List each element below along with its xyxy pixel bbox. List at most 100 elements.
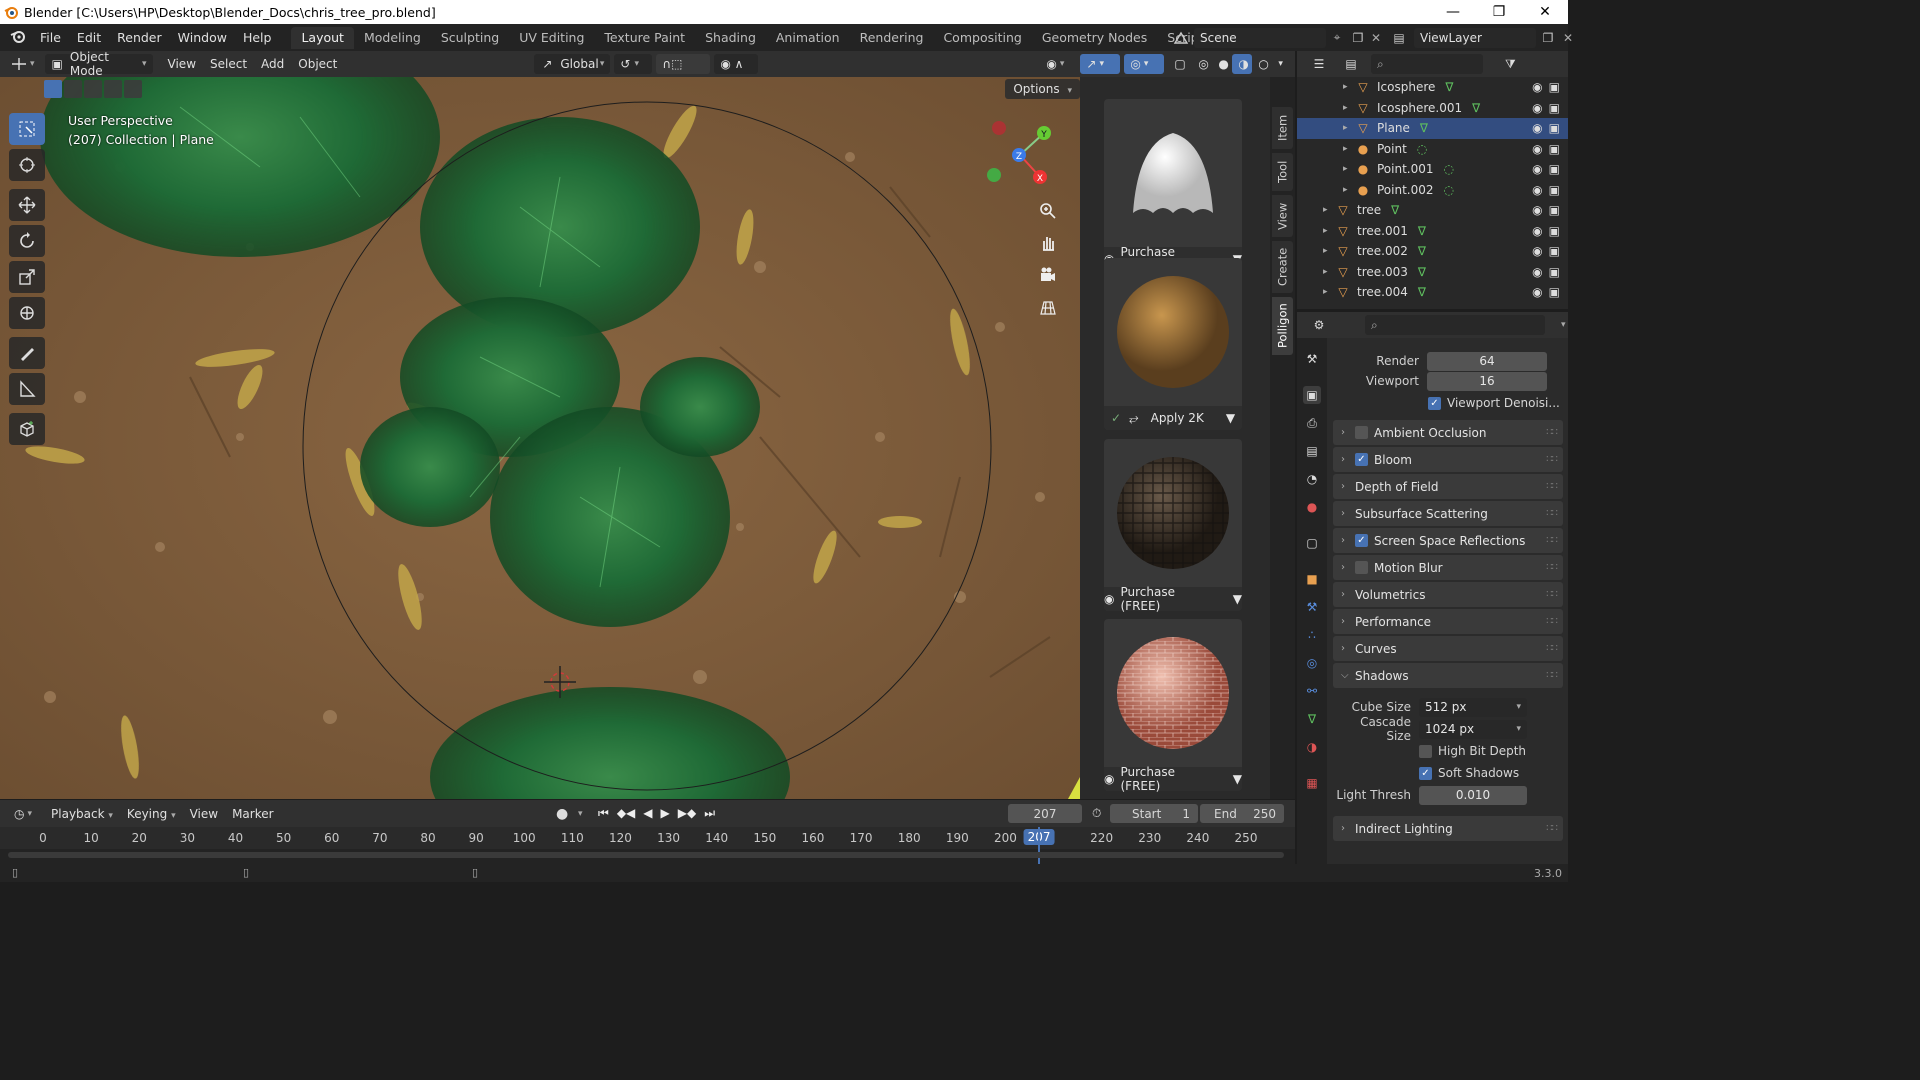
dropdown-arrow-icon[interactable]: ▼ [1226,411,1235,425]
select-subtract-icon[interactable] [84,80,102,98]
3d-viewport[interactable]: Options ▾ User Perspective (207) Collect… [0,77,1080,799]
timeline-menu-marker[interactable]: Marker [225,807,280,821]
select-invert-icon[interactable] [104,80,122,98]
outliner-row[interactable]: ▸ ▽ tree.003 ∇ ◉ ▣ [1297,262,1568,283]
transform-tool-icon[interactable] [9,297,45,329]
mesh-data-icon[interactable]: ∇ [1418,224,1426,238]
ortho-grid-icon[interactable] [1036,295,1060,319]
outliner-row[interactable]: ▸ ▽ tree.002 ∇ ◉ ▣ [1297,241,1568,262]
material-properties-icon[interactable]: ◑ [1303,738,1321,756]
data-properties-icon[interactable]: ∇ [1303,710,1321,728]
visibility-icon[interactable]: ◉ ▾ [1040,54,1076,74]
select-box-tool-icon[interactable] [9,113,45,145]
jump-keyframe-forward-icon[interactable]: ▶◆ [678,806,696,821]
rotate-tool-icon[interactable] [9,225,45,257]
display-mode-icon[interactable]: ▤ [1335,57,1367,71]
menu-window[interactable]: Window [170,30,235,45]
expand-arrow-icon[interactable]: ▸ [1343,123,1355,133]
timeline-scrollbar[interactable] [8,852,1284,858]
camera-view-icon[interactable] [1036,263,1060,287]
playhead[interactable] [1038,827,1041,864]
asset-action-cobble[interactable]: ◉ Purchase (FREE) ▼ [1104,585,1242,613]
expand-arrow-icon[interactable]: ▸ [1343,82,1355,92]
maximize-button[interactable]: ❐ [1476,0,1522,24]
drag-grip-icon[interactable]: ∷∷ [1546,823,1558,834]
expand-arrow-icon[interactable]: ▸ [1343,185,1355,195]
panel-enable-checkbox[interactable] [1355,561,1368,574]
scale-tool-icon[interactable] [9,261,45,293]
add-cube-tool-icon[interactable] [9,413,45,445]
mesh-data-icon[interactable]: ∇ [1420,121,1428,135]
pivot-point-icon[interactable]: ↺ ▾ [614,54,653,74]
panel-bloom[interactable]: › ✓ Bloom ∷∷ [1333,447,1563,472]
blender-menu-icon[interactable] [0,29,32,46]
zoom-icon[interactable] [1036,199,1060,223]
outliner-editor-icon[interactable]: ☰ [1303,57,1335,71]
expand-arrow-icon[interactable]: ▸ [1323,267,1335,277]
outliner-row[interactable]: ▸ ▽ Icosphere.001 ∇ ◉ ▣ [1297,98,1568,119]
menu-render[interactable]: Render [109,30,170,45]
asset-thumbnail-cloth[interactable] [1104,99,1242,247]
visibility-eye-icon[interactable]: ◉ [1532,203,1542,217]
render-camera-icon[interactable]: ▣ [1549,80,1560,94]
tab-geometry-nodes[interactable]: Geometry Nodes [1032,27,1157,49]
material-shading-icon[interactable]: ◑ [1232,54,1253,74]
light-threshold-field[interactable]: 0.010 [1419,785,1527,805]
expand-arrow-icon[interactable]: ▸ [1343,144,1355,154]
select-extend-icon[interactable] [64,80,82,98]
scene-name-field[interactable]: Scene [1194,27,1326,48]
physics-properties-icon[interactable]: ◎ [1303,654,1321,672]
play-icon[interactable]: ▶ [661,806,670,821]
menu-help[interactable]: Help [235,30,280,45]
record-keyframe-icon[interactable]: ● [556,806,568,822]
timeline-editor-type-icon[interactable]: ◷ ▾ [8,804,38,824]
drag-grip-icon[interactable]: ∷∷ [1546,535,1558,546]
play-reverse-icon[interactable]: ◀ [643,806,652,821]
visibility-eye-icon[interactable]: ◉ [1532,162,1542,176]
visibility-eye-icon[interactable]: ◉ [1532,244,1542,258]
outliner-row[interactable]: ▸ ● Point ◌ ◉ ▣ [1297,139,1568,160]
menu-file[interactable]: File [32,30,69,45]
drag-grip-icon[interactable]: ∷∷ [1546,508,1558,519]
world-properties-icon[interactable]: ● [1303,498,1321,516]
render-camera-icon[interactable]: ▣ [1549,203,1560,217]
asset-card-cloth[interactable]: ◉ Purchase (FREE) ▼ [1104,99,1242,273]
panel-motion-blur[interactable]: › Motion Blur ∷∷ [1333,555,1563,580]
render-camera-icon[interactable]: ▣ [1549,183,1560,197]
tool-properties-icon[interactable]: ⚒ [1303,350,1321,368]
visibility-eye-icon[interactable]: ◉ [1532,121,1542,135]
jump-start-icon[interactable]: ⏮ [598,806,609,821]
asset-card-dirt[interactable]: ✓ ⥂ Apply 2K ▼ [1104,258,1242,430]
panel-performance[interactable]: › Performance ∷∷ [1333,609,1563,634]
panel-enable-checkbox[interactable] [1355,426,1368,439]
light-data-icon[interactable]: ◌ [1444,162,1454,176]
tab-create[interactable]: Create [1272,241,1293,293]
asset-thumbnail-brick[interactable] [1104,619,1242,767]
visibility-eye-icon[interactable]: ◉ [1532,265,1542,279]
properties-options-icon[interactable]: ▾ [1561,320,1566,330]
tab-tool[interactable]: Tool [1272,153,1293,191]
soft-shadows-row[interactable]: ✓ Soft Shadows [1333,762,1563,784]
mesh-data-icon[interactable]: ∇ [1418,265,1426,279]
soft-shadows-checkbox[interactable]: ✓ [1419,766,1432,780]
visibility-eye-icon[interactable]: ◉ [1532,80,1542,94]
render-camera-icon[interactable]: ▣ [1549,101,1560,115]
scene-properties-icon[interactable]: ◔ [1303,470,1321,488]
viewport-menu-select[interactable]: Select [203,57,254,71]
outliner-row[interactable]: ▸ ▽ tree.001 ∇ ◉ ▣ [1297,221,1568,242]
render-properties-icon[interactable]: ▣ [1303,386,1321,404]
visibility-eye-icon[interactable]: ◉ [1532,285,1542,299]
expand-arrow-icon[interactable]: ▸ [1323,226,1335,236]
view-layer-properties-icon[interactable]: ▤ [1303,442,1321,460]
tab-uv-editing[interactable]: UV Editing [509,27,594,49]
cube-size-dropdown[interactable]: 512 px ▾ [1419,697,1527,717]
light-data-icon[interactable]: ◌ [1417,142,1427,156]
panel-screen-space-reflections[interactable]: › ✓ Screen Space Reflections ∷∷ [1333,528,1563,553]
jump-end-icon[interactable]: ⏭ [704,806,715,821]
select-intersect-icon[interactable] [124,80,142,98]
drag-grip-icon[interactable]: ∷∷ [1546,616,1558,627]
outliner-row[interactable]: ▸ ▽ Plane ∇ ◉ ▣ [1297,118,1568,139]
properties-editor-icon[interactable]: ⚙ [1303,318,1335,332]
collection-properties-icon[interactable]: ▢ [1303,534,1321,552]
keyframe-options-icon[interactable]: ▾ [578,809,583,819]
